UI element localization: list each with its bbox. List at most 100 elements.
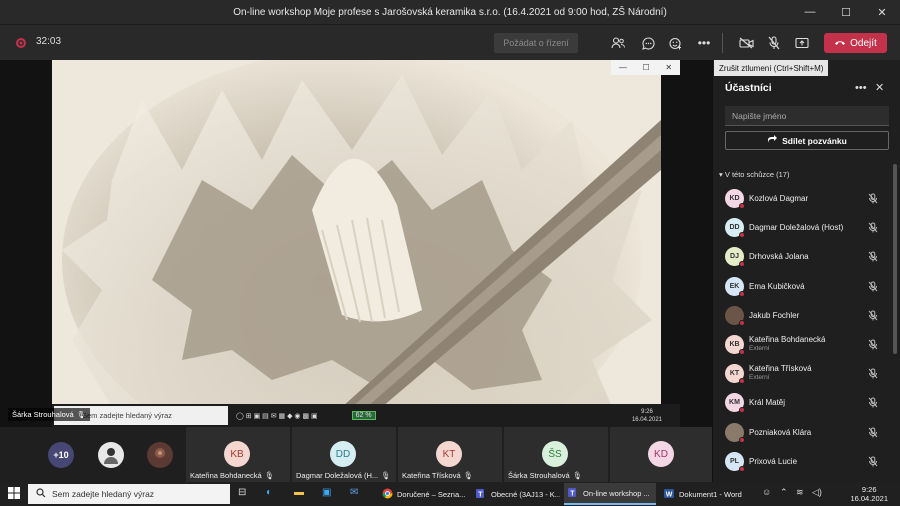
avatar-initials: DD: [729, 224, 740, 232]
participant-tile[interactable]: DD Dagmar Doležalová (H... 🎙: [292, 427, 396, 482]
svg-text:T: T: [570, 490, 575, 497]
mic-muted-icon[interactable]: [868, 368, 878, 381]
avatar-initials: KD: [729, 195, 740, 202]
mic-muted-icon[interactable]: [868, 427, 878, 440]
task-view-icon[interactable]: ⊟: [238, 487, 246, 498]
leave-button[interactable]: Odejít: [824, 33, 887, 53]
taskbar-search-placeholder: Sem zadejte hledaný výraz: [52, 489, 155, 499]
camera-off-icon[interactable]: [736, 33, 756, 53]
taskbar-clock[interactable]: 9:26 16.04.2021: [850, 485, 888, 503]
volume-icon[interactable]: ◁): [812, 487, 822, 498]
status-dot: [739, 319, 745, 326]
participant-avatar: KD: [648, 441, 674, 467]
participant-row[interactable]: Jakub Fochler: [713, 301, 893, 330]
participant-strip: +10 KB Kateřina Bohdanecká 🎙 DD Dagmar Do…: [0, 427, 714, 482]
phone-hangup-icon: [834, 38, 846, 49]
status-dot: [739, 378, 745, 385]
participant-tile[interactable]: KD: [610, 427, 714, 482]
taskbar-app-word[interactable]: W Dokument1 - Word: [660, 483, 750, 505]
avatar-initials: PL: [730, 457, 739, 465]
close-window-button[interactable]: ✕: [864, 0, 900, 24]
maximize-button[interactable]: ☐: [828, 0, 864, 24]
people-icon[interactable]: ☺: [762, 487, 771, 497]
shared-screen-stage: — ☐ ✕ Sem zadejte hledaný výraz ◯ ⊞ ▣ ▤ …: [0, 60, 712, 427]
share-invite-button[interactable]: Sdílet pozvánku: [725, 131, 889, 150]
participant-avatar: KT: [725, 364, 745, 385]
leave-label: Odejít: [850, 37, 877, 49]
microphone-muted-icon[interactable]: [764, 33, 784, 53]
mic-muted-icon[interactable]: [868, 193, 878, 206]
request-control-button[interactable]: Požádat o řízení: [494, 33, 578, 53]
taskbar-search-input[interactable]: Sem zadejte hledaný výraz: [28, 484, 230, 504]
shared-close: ✕: [665, 63, 673, 72]
mic-muted-icon[interactable]: [868, 397, 878, 410]
tile-name-label: Dagmar Doležalová (H...: [296, 471, 379, 480]
participant-photo-avatar[interactable]: [98, 442, 124, 468]
participant-row[interactable]: KT Kateřina Třísková Externí: [713, 359, 893, 388]
svg-text:W: W: [666, 491, 673, 498]
participant-name: Kozlová Dagmar: [749, 194, 809, 203]
clock-date: 16.04.2021: [850, 494, 888, 503]
participant-list: KD Kozlová Dagmar DD Dagmar Doležalová (Hos…: [713, 184, 893, 476]
mic-muted-icon[interactable]: [868, 281, 878, 294]
mic-muted-icon[interactable]: [868, 339, 878, 352]
participant-tile[interactable]: KT Kateřina Třísková 🎙: [398, 427, 502, 482]
teams-icon: T: [568, 487, 579, 500]
reactions-icon[interactable]: [666, 33, 686, 53]
more-options-icon[interactable]: •••: [694, 33, 714, 53]
participant-tile-name: Kateřina Třísková 🎙: [402, 471, 473, 480]
participant-row[interactable]: KM Král Matěj: [713, 388, 893, 417]
wifi-icon[interactable]: ≋: [796, 487, 804, 498]
mic-muted-icon[interactable]: [868, 251, 878, 264]
edge-icon[interactable]: ◐: [266, 487, 272, 498]
participant-search-input[interactable]: Napište jméno: [725, 106, 889, 126]
mic-muted-icon[interactable]: [868, 310, 878, 323]
participants-icon[interactable]: [608, 33, 628, 53]
mic-muted-icon[interactable]: [868, 456, 878, 469]
participant-role: Externí: [749, 344, 770, 352]
participant-tile[interactable]: KB Kateřina Bohdanecká 🎙: [186, 427, 290, 482]
chat-icon[interactable]: [638, 33, 658, 53]
taskbar-app-teams-obecne[interactable]: T Obecné (3AJ13 - K...: [472, 483, 560, 505]
shared-minimize: —: [618, 63, 627, 72]
meeting-toolbar: 32:03 Požádat o řízení ••• Odejít: [0, 24, 900, 60]
participant-avatar: KB: [224, 441, 250, 467]
participant-photo-avatar-2[interactable]: [147, 442, 173, 468]
taskbar-app-chrome[interactable]: Doručené – Sezna...: [378, 483, 468, 505]
participant-row[interactable]: PL Prixová Lucie: [713, 447, 893, 476]
mic-muted-icon: 🎙: [463, 471, 474, 480]
taskbar-app-teams-workshop[interactable]: T On-line workshop ...: [564, 483, 656, 505]
participant-row[interactable]: DD Dagmar Doležalová (Host): [713, 213, 893, 242]
participant-tile[interactable]: ŠS Šárka Strouhalová 🎙: [504, 427, 608, 482]
windows-start-icon[interactable]: [8, 487, 20, 502]
in-meeting-section-header[interactable]: ▾ V této schůzce (17): [719, 170, 789, 179]
mic-muted-icon: 🎙: [76, 411, 86, 419]
participant-row[interactable]: KD Kozlová Dagmar: [713, 184, 893, 213]
participant-row[interactable]: DJ Drhovská Jolana: [713, 242, 893, 271]
participant-name: Ema Kubičková: [749, 281, 805, 291]
mail-icon[interactable]: ✉: [350, 487, 358, 498]
taskbar-app-label: Obecné (3AJ13 - K...: [491, 489, 560, 499]
chevron-up-icon[interactable]: ⌃: [780, 487, 788, 498]
status-dot: [739, 261, 745, 268]
svg-text:T: T: [478, 491, 483, 498]
teams-icon: T: [476, 488, 487, 501]
minimize-button[interactable]: —: [792, 0, 828, 24]
participant-row[interactable]: Pozniaková Klára: [713, 418, 893, 447]
mic-muted-icon[interactable]: [868, 222, 878, 235]
store-icon[interactable]: ▣: [322, 487, 331, 498]
participant-row[interactable]: KB Kateřina Bohdanecká Externí: [713, 330, 893, 359]
participant-row[interactable]: EK Ema Kubičková: [713, 272, 893, 301]
panel-more-icon[interactable]: •••: [855, 82, 867, 94]
panel-scrollbar[interactable]: [893, 164, 897, 354]
more-participants-button[interactable]: +10: [48, 442, 74, 468]
panel-close-icon[interactable]: ✕: [875, 81, 884, 94]
mic-muted-icon: 🎙: [381, 471, 391, 480]
share-screen-icon[interactable]: [792, 33, 812, 53]
mic-muted-icon: 🎙: [572, 471, 583, 480]
file-explorer-icon[interactable]: ▬: [294, 487, 304, 498]
shared-taskbar-icons: ◯ ⊞ ▣ ▤ ✉ ▦ ◆ ◉ ▩ ▣: [236, 412, 318, 420]
participant-avatar: DD: [330, 441, 356, 467]
presenter-name: Šárka Strouhalová: [12, 410, 74, 419]
share-invite-label: Sdílet pozvánku: [782, 135, 847, 146]
